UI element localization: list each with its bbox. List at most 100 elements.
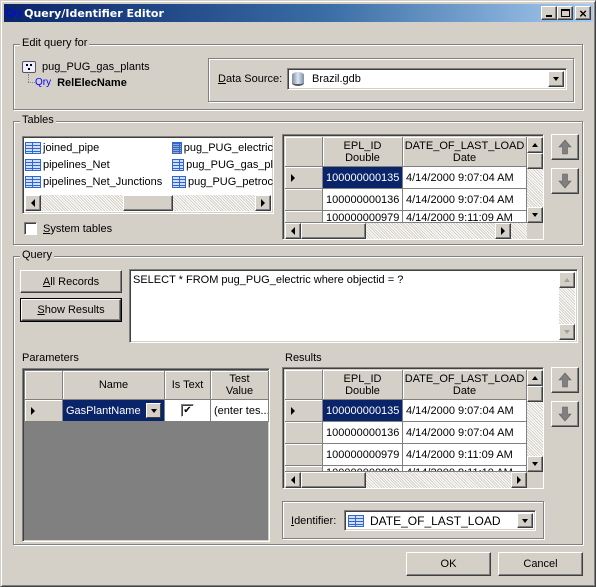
grid-cell[interactable]: 100000000135	[323, 400, 403, 422]
scroll-down-button[interactable]	[559, 324, 575, 340]
scroll-thumb[interactable]	[527, 386, 543, 402]
preview-hscrollbar[interactable]	[285, 223, 527, 239]
arrow-up-icon	[564, 278, 570, 282]
scroll-thumb[interactable]	[301, 472, 366, 488]
move-down-button[interactable]	[551, 168, 579, 194]
sql-textarea[interactable]: SELECT * FROM pug_PUG_electric where obj…	[129, 269, 578, 343]
results-move-up-button[interactable]	[551, 367, 579, 393]
scroll-thumb[interactable]	[527, 153, 543, 169]
minimize-icon	[546, 14, 552, 17]
grid-column-header[interactable]: DATE_OF_LAST_LOAD Date	[403, 137, 527, 167]
tree-node-query[interactable]: Qry RelElecName	[35, 74, 127, 91]
scroll-up-button[interactable]	[559, 272, 575, 288]
data-source-dropdown-button[interactable]	[548, 71, 564, 87]
table-icon	[172, 158, 185, 171]
data-source-label: Data Source:	[218, 73, 283, 85]
tables-list-hscrollbar[interactable]	[25, 195, 271, 211]
scroll-right-button[interactable]	[511, 472, 527, 488]
identifier-value: DATE_OF_LAST_LOAD	[370, 513, 501, 528]
scroll-thumb[interactable]	[301, 223, 366, 239]
identifier-dropdown-button[interactable]	[517, 513, 533, 528]
system-tables-checkbox[interactable]: System tables	[24, 222, 112, 235]
preview-vscrollbar[interactable]	[527, 137, 543, 223]
scroll-left-button[interactable]	[285, 472, 301, 488]
scroll-right-button[interactable]	[495, 223, 511, 239]
results-hscrollbar[interactable]	[285, 472, 527, 488]
show-results-button[interactable]: Show Results	[20, 298, 122, 322]
table-list-item[interactable]: joined_pipe	[25, 139, 99, 156]
sql-vscrollbar[interactable]	[559, 272, 575, 340]
move-up-button[interactable]	[551, 134, 579, 160]
tables-list[interactable]: joined_pipe pipelines_Net pipelines_Net_…	[22, 136, 274, 214]
table-icon	[348, 514, 364, 527]
grid-row-header[interactable]	[285, 400, 323, 422]
grid-column-header[interactable]: Name	[63, 371, 165, 400]
ok-button[interactable]: OK	[406, 552, 491, 576]
scroll-left-button[interactable]	[25, 195, 41, 211]
parameter-name-cell[interactable]: GasPlantName	[63, 400, 165, 422]
grid-column-header[interactable]: DATE_OF_LAST_LOAD Date	[403, 370, 527, 400]
grid-column-header[interactable]: Is Text	[165, 371, 211, 400]
grid-cell[interactable]: 100000000979	[323, 444, 403, 466]
tree-node-layer[interactable]: pug_PUG_gas_plants	[22, 58, 150, 75]
data-source-combo[interactable]: Brazil.gdb	[287, 68, 567, 90]
grid-cell[interactable]: 4/14/2000 9:07:04 AM	[403, 422, 527, 444]
grid-row-header[interactable]	[285, 444, 323, 466]
parameters-grid[interactable]: Name Is Text Test Value GasPlantName ✔ (e…	[22, 368, 270, 542]
grid-cell[interactable]: 100000000135	[323, 167, 403, 189]
parameter-is-text-cell[interactable]: ✔	[165, 400, 211, 422]
table-list-item[interactable]: pug_PUG_petroc	[172, 173, 273, 190]
scroll-down-button[interactable]	[527, 207, 543, 223]
table-list-item[interactable]: pipelines_Net	[25, 156, 110, 173]
grid-cell[interactable]: 4/14/2000 9:07:04 AM	[403, 189, 527, 211]
parameter-name-dropdown-button[interactable]	[146, 403, 161, 418]
grid-cell[interactable]: 4/14/2000 9:07:04 AM	[403, 167, 527, 189]
grid-row-header[interactable]	[25, 400, 63, 422]
grid-cell[interactable]: 100000000136	[323, 422, 403, 444]
table-list-item[interactable]: pipelines_Net_Junctions	[25, 173, 162, 190]
close-icon: ×	[579, 5, 587, 21]
grid-row-header[interactable]	[285, 211, 323, 223]
results-move-down-button[interactable]	[551, 401, 579, 427]
results-grid[interactable]: EPL_ID Double DATE_OF_LAST_LOAD Date 10000…	[282, 367, 544, 489]
query-group-label: Query	[20, 249, 54, 261]
tables-preview-grid[interactable]: EPL_ID Double DATE_OF_LAST_LOAD Date 10000…	[282, 134, 544, 240]
grid-row-header[interactable]	[285, 167, 323, 189]
arrow-up-icon	[558, 139, 572, 155]
scroll-up-button[interactable]	[527, 370, 543, 386]
table-list-item[interactable]: pug_PUG_gas_pl	[172, 156, 273, 173]
parameter-test-value-cell[interactable]: (enter tes...	[211, 400, 269, 422]
sql-text: SELECT * FROM pug_PUG_electric where obj…	[133, 274, 404, 286]
identifier-combo[interactable]: DATE_OF_LAST_LOAD	[344, 510, 536, 531]
grid-cell[interactable]: 100000000136	[323, 189, 403, 211]
is-text-checkbox[interactable]: ✔	[181, 404, 194, 417]
scroll-down-button[interactable]	[527, 456, 543, 472]
scroll-left-button[interactable]	[285, 223, 301, 239]
grid-column-header[interactable]: EPL_ID Double	[323, 370, 403, 400]
title-bar[interactable]: Qry Query/Identifier Editor ×	[4, 4, 593, 22]
grid-corner-header	[285, 370, 323, 400]
scroll-up-button[interactable]	[527, 137, 543, 153]
grid-column-header[interactable]: EPL_ID Double	[323, 137, 403, 167]
grid-cell[interactable]: 4/14/2000 9:11:09 AM	[403, 444, 527, 466]
grid-row-header[interactable]	[285, 422, 323, 444]
scroll-thumb[interactable]	[123, 195, 173, 211]
grid-cell[interactable]: 100000000979	[323, 211, 403, 223]
cancel-button[interactable]: Cancel	[498, 552, 583, 576]
close-button[interactable]: ×	[575, 6, 591, 20]
minimize-button[interactable]	[541, 6, 557, 20]
system-tables-check[interactable]	[24, 222, 37, 235]
all-records-button[interactable]: All Records	[20, 270, 122, 293]
tree-node-layer-label: pug_PUG_gas_plants	[42, 60, 150, 73]
results-vscrollbar[interactable]	[527, 370, 543, 472]
query-tree: pug_PUG_gas_plants Qry RelElecName	[22, 58, 202, 98]
grid-cell[interactable]: 4/14/2000 9:11:09 AM	[403, 211, 527, 223]
identifier-panel: Identifier: DATE_OF_LAST_LOAD	[282, 501, 544, 539]
table-list-item[interactable]: pug_PUG_electric	[172, 139, 273, 156]
grid-cell[interactable]: 4/14/2000 9:07:04 AM	[403, 400, 527, 422]
grid-column-header[interactable]: Test Value	[211, 371, 269, 400]
grid-row-header[interactable]	[285, 189, 323, 211]
window-title: Query/Identifier Editor	[24, 6, 164, 20]
maximize-button[interactable]	[557, 6, 573, 20]
scroll-right-button[interactable]	[255, 195, 271, 211]
